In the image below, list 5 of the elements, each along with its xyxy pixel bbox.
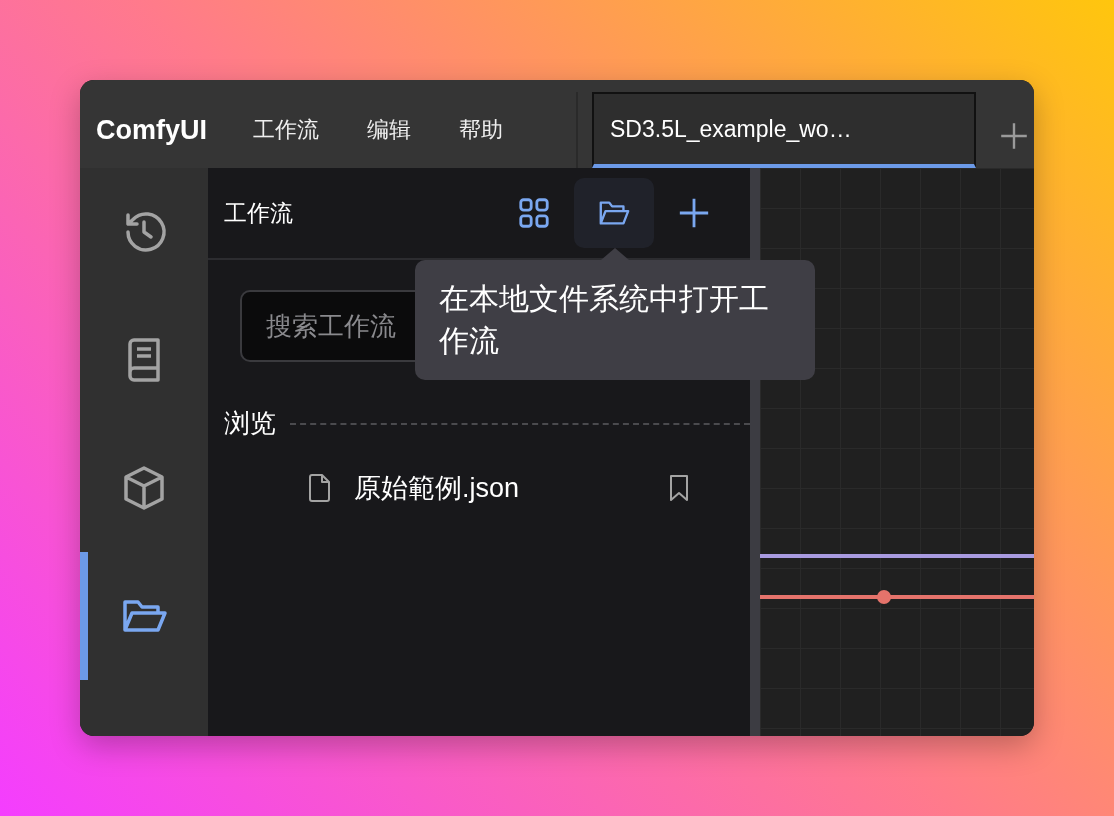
file-name: 原始範例.json bbox=[354, 472, 521, 505]
panel-title: 工作流 bbox=[224, 198, 294, 228]
tooltip-text: 在本地文件系统中打开工作流 bbox=[439, 281, 770, 359]
app-logo: ComfyUI bbox=[96, 114, 207, 146]
section-title: 浏览 bbox=[224, 407, 276, 440]
